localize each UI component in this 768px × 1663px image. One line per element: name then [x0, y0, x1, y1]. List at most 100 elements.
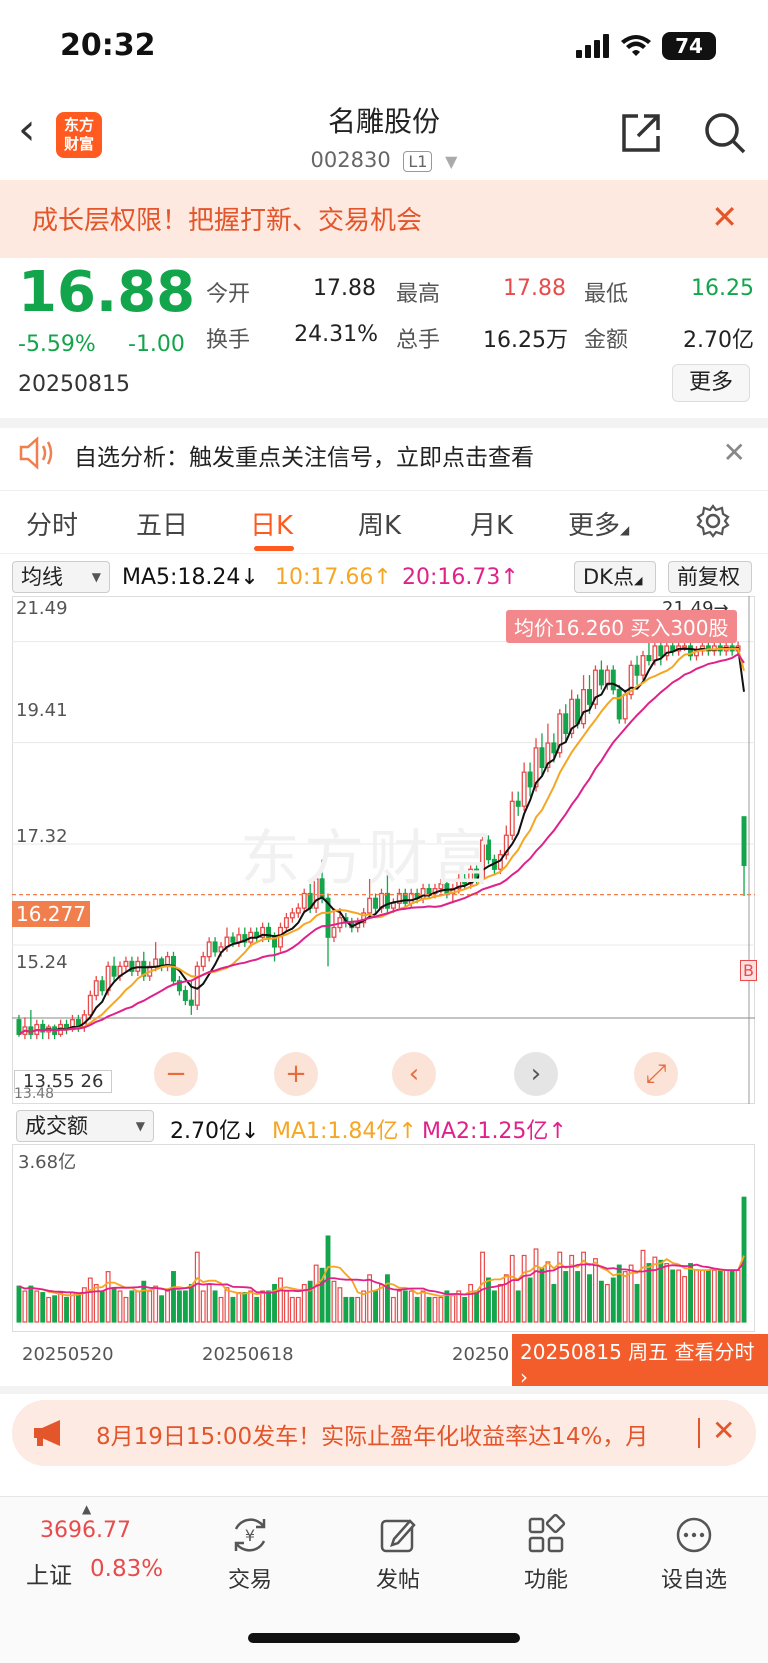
dk-label: DK点	[583, 565, 634, 589]
volume-bar	[373, 1290, 378, 1323]
candle-body	[604, 669, 610, 686]
more-dots-icon	[676, 1517, 712, 1553]
volume-bar	[147, 1290, 153, 1323]
zoom-out-button[interactable]: −	[154, 1052, 198, 1096]
index-name[interactable]: 上证	[26, 1556, 72, 1590]
volume-bar	[349, 1296, 355, 1323]
volume-bar	[379, 1283, 384, 1323]
ma20-value: 20:16.73↑	[402, 565, 519, 590]
tab-weekly-k[interactable]: 周K	[358, 505, 401, 542]
volume-bar	[367, 1274, 373, 1323]
volume-label: 总手	[396, 328, 441, 353]
volume-bar	[117, 1290, 123, 1323]
volume-bar	[593, 1258, 598, 1323]
close-icon[interactable]: ✕	[711, 198, 738, 236]
volume-indicator-select[interactable]: 成交额 ▼	[16, 1110, 154, 1142]
volume-bar	[111, 1287, 117, 1323]
nav-post-label: 发帖	[375, 1568, 420, 1593]
yen-cycle-icon: ¥	[234, 1518, 266, 1552]
volume-bar	[171, 1271, 176, 1323]
nav-trade[interactable]: ¥ 交易	[190, 1512, 310, 1594]
nav-post[interactable]: 发帖	[338, 1512, 458, 1594]
next-button[interactable]: ›	[514, 1052, 558, 1096]
watermark: 东方财富	[240, 824, 496, 894]
nav-functions[interactable]: 功能	[486, 1512, 606, 1594]
candle-body	[283, 917, 289, 929]
tab-daily-k[interactable]: 日K	[250, 505, 293, 542]
intraday-link[interactable]: 20250815 周五 查看分时 ›	[512, 1334, 768, 1391]
volume-bar	[634, 1283, 640, 1323]
candle-body	[206, 941, 212, 958]
chevron-down-icon: ◢	[620, 523, 630, 537]
volume-bar	[688, 1263, 693, 1323]
volume-bar	[723, 1269, 729, 1323]
y-label-4: 15.24	[16, 952, 68, 973]
ma10-value: 10:17.66↑	[275, 565, 392, 590]
ma5-value: MA5:18.24↓	[122, 565, 259, 590]
volume-bar	[212, 1290, 218, 1323]
volume-bar	[622, 1271, 628, 1323]
ma20-text: 20:16.73	[402, 565, 501, 590]
prev-button[interactable]: ‹	[392, 1052, 436, 1096]
volume-bar	[34, 1290, 40, 1323]
close-icon[interactable]: ✕	[712, 1414, 735, 1447]
volume-bar	[182, 1290, 188, 1323]
volume-bar	[52, 1295, 58, 1323]
megaphone-icon	[34, 1420, 60, 1446]
volume-amount: 2.70亿↓	[170, 1119, 260, 1144]
index-value[interactable]: 3696.77	[40, 1518, 131, 1543]
volume-bar	[87, 1277, 93, 1323]
low-value: 16.25	[691, 276, 754, 301]
triangle-up-icon: ▲	[82, 1502, 92, 1516]
tab-more[interactable]: 更多◢	[568, 505, 629, 542]
buy-marker[interactable]: B	[740, 960, 757, 981]
indicator-select-label: 均线	[21, 565, 63, 589]
tab-five-day[interactable]: 五日	[136, 505, 188, 542]
section-divider	[0, 1386, 768, 1394]
search-icon[interactable]	[702, 110, 748, 156]
change-percent: -5.59%	[18, 332, 96, 357]
tab-intraday[interactable]: 分时	[26, 505, 78, 542]
indicator-select[interactable]: 均线 ▼	[12, 561, 110, 593]
fullscreen-button[interactable]: ⤢	[634, 1052, 678, 1096]
nav-trade-label: 交易	[227, 1568, 272, 1593]
open-label: 今开	[206, 282, 251, 307]
index-percent[interactable]: 0.83%	[90, 1556, 163, 1582]
candle-body	[587, 689, 593, 705]
more-quote-button[interactable]: 更多	[672, 364, 750, 402]
volume-bar	[420, 1290, 426, 1323]
volume-bar	[289, 1296, 295, 1323]
promo-text: 8月19日15:00发车！实际止盈年化收益率达14%，月	[96, 1424, 649, 1450]
volume-bar	[699, 1269, 705, 1323]
volume-amount-text: 2.70亿	[170, 1119, 241, 1144]
share-icon[interactable]	[618, 110, 664, 156]
volume-bar	[385, 1274, 390, 1323]
y-label-2: 19.41	[16, 700, 68, 721]
volume-bar	[159, 1295, 165, 1323]
volume-bar	[224, 1287, 230, 1323]
tab-monthly-k[interactable]: 月K	[470, 505, 513, 542]
y-label-top: 21.49	[16, 598, 68, 619]
dk-point-button[interactable]: DK点◢	[574, 561, 656, 593]
nav-add-watchlist[interactable]: 设自选	[634, 1512, 754, 1594]
volume-bar	[396, 1290, 402, 1323]
ma10-text: 10:17.66	[275, 565, 374, 590]
volume-bar	[99, 1290, 105, 1323]
close-icon[interactable]: ✕	[723, 436, 746, 469]
candle-body	[539, 747, 545, 768]
candle-body	[551, 742, 557, 754]
volume-bar	[735, 1269, 741, 1323]
candle-body	[634, 664, 640, 676]
adjust-button[interactable]: 前复权	[668, 561, 752, 593]
gear-icon[interactable]	[696, 504, 730, 538]
volume-bar	[153, 1285, 159, 1323]
volume-bar	[64, 1296, 69, 1323]
volume-bar	[105, 1271, 111, 1323]
volume-bar	[242, 1292, 248, 1323]
zoom-in-button[interactable]: +	[274, 1052, 318, 1096]
volume-bar	[694, 1269, 699, 1323]
candle-body	[111, 965, 117, 977]
volume-bar	[200, 1290, 206, 1323]
current-price-tag: 16.277	[12, 901, 90, 927]
buy-tooltip[interactable]: 均价16.260 买入300股	[506, 610, 737, 643]
